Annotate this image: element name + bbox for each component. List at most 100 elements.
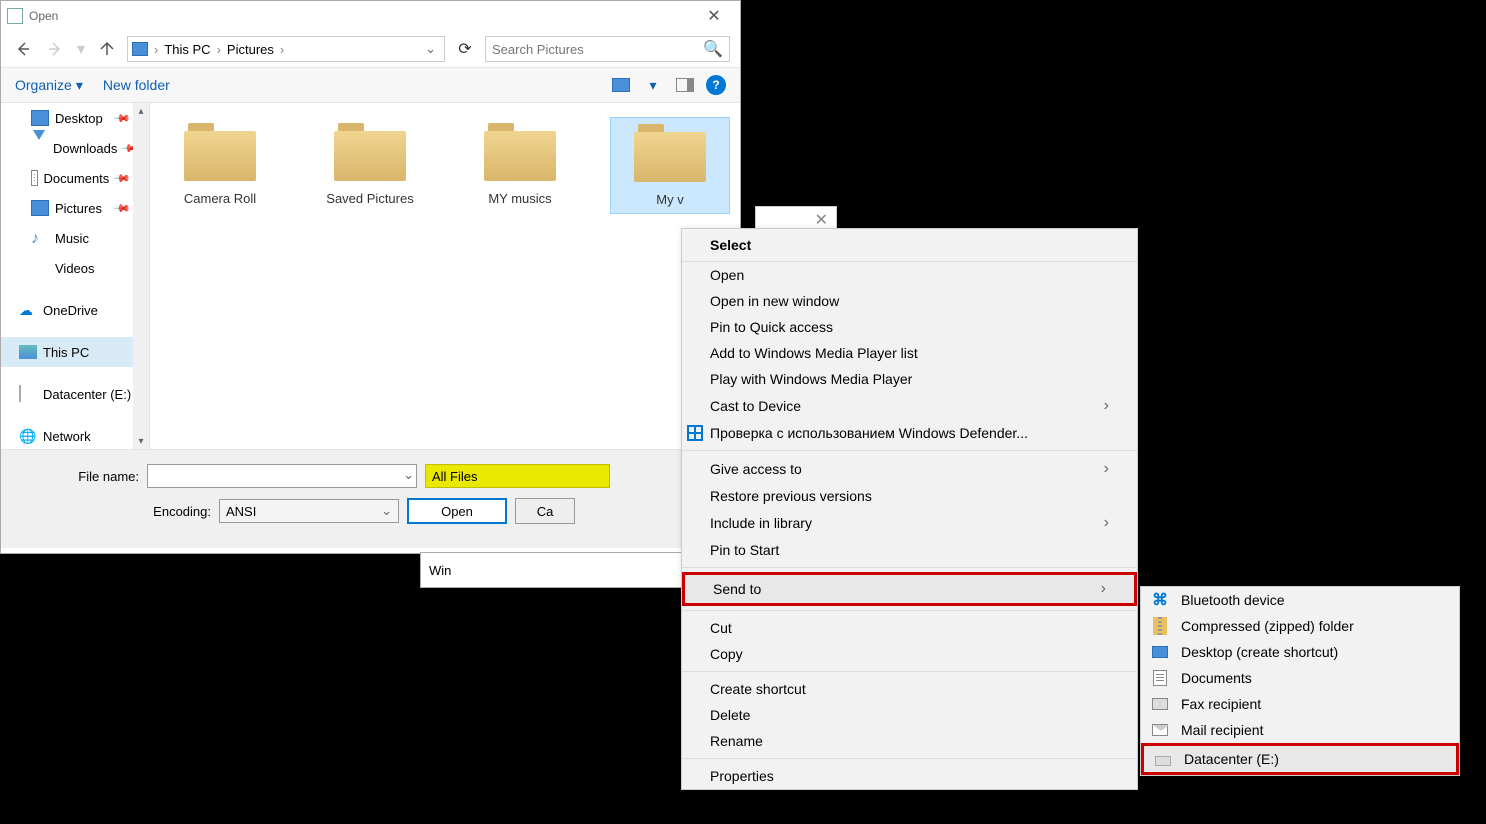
chevron-right-icon: › — [276, 42, 288, 57]
ctx-open[interactable]: Open — [682, 262, 1137, 288]
context-menu: Select Open Open in new window Pin to Qu… — [681, 228, 1138, 790]
thispc-icon — [19, 345, 37, 359]
search-input[interactable] — [492, 42, 703, 57]
view-large-button[interactable] — [610, 76, 632, 94]
refresh-button[interactable]: ⟳ — [453, 37, 477, 61]
breadcrumb[interactable]: › This PC › Pictures › ⌄ — [127, 36, 445, 62]
back-button[interactable] — [11, 37, 35, 61]
sidebar-videos[interactable]: Videos — [1, 253, 149, 283]
preview-pane-button[interactable] — [674, 76, 696, 94]
chevron-right-icon: › — [1104, 397, 1109, 415]
ctx-delete[interactable]: Delete — [682, 702, 1137, 728]
sidebar-downloads[interactable]: Downloads📌 — [1, 133, 149, 163]
ctx-restore-versions[interactable]: Restore previous versions — [682, 483, 1137, 509]
pin-icon: 📌 — [113, 199, 132, 218]
chevron-right-icon: › — [213, 42, 225, 57]
sidebar-network[interactable]: 🌐Network — [1, 421, 149, 449]
filetype-filter[interactable]: All Files — [425, 464, 610, 488]
search-icon: 🔍 — [703, 39, 723, 59]
zip-icon — [1151, 617, 1169, 635]
folder-icon — [184, 123, 256, 181]
recent-dropdown[interactable]: ▾ — [75, 37, 87, 61]
sidebar-onedrive[interactable]: ☁OneDrive — [1, 295, 149, 325]
search-box[interactable]: 🔍 — [485, 36, 730, 62]
up-button[interactable] — [95, 37, 119, 61]
document-icon — [31, 170, 38, 186]
breadcrumb-thispc[interactable]: This PC — [164, 42, 210, 57]
help-button[interactable]: ? — [706, 75, 726, 95]
ctx-defender[interactable]: Проверка с использованием Windows Defend… — [682, 420, 1137, 446]
folder-saved-pictures[interactable]: Saved Pictures — [310, 117, 430, 212]
sendto-documents[interactable]: Documents — [1141, 665, 1459, 691]
sidebar-drive[interactable]: Datacenter (E:) — [1, 379, 149, 409]
download-icon — [31, 140, 47, 156]
bottom-panel: File name: ⌄ All Files Encoding: ANSI⌄ O… — [1, 449, 740, 548]
sendto-desktop[interactable]: Desktop (create shortcut) — [1141, 639, 1459, 665]
sidebar-documents[interactable]: Documents📌 — [1, 163, 149, 193]
context-separator — [682, 671, 1137, 672]
sendto-bluetooth[interactable]: ⌘Bluetooth device — [1141, 587, 1459, 613]
ctx-properties[interactable]: Properties — [682, 763, 1137, 789]
picture-icon — [31, 200, 49, 216]
ctx-include-library[interactable]: Include in library› — [682, 509, 1137, 537]
ctx-pin-start[interactable]: Pin to Start — [682, 537, 1137, 563]
ctx-pin-quick-access[interactable]: Pin to Quick access — [682, 314, 1137, 340]
context-separator — [682, 758, 1137, 759]
network-icon: 🌐 — [19, 428, 37, 444]
sendto-fax[interactable]: Fax recipient — [1141, 691, 1459, 717]
folder-camera-roll[interactable]: Camera Roll — [160, 117, 280, 212]
cancel-button[interactable]: Ca — [515, 498, 575, 524]
context-header: Select — [682, 229, 1137, 262]
open-button[interactable]: Open — [407, 498, 507, 524]
sidebar-pictures[interactable]: Pictures📌 — [1, 193, 149, 223]
ctx-open-new-window[interactable]: Open in new window — [682, 288, 1137, 314]
sidebar-thispc[interactable]: This PC — [1, 337, 149, 367]
ctx-give-access[interactable]: Give access to› — [682, 455, 1137, 483]
folder-icon — [334, 123, 406, 181]
sidebar-desktop[interactable]: Desktop📌 — [1, 103, 149, 133]
close-button[interactable]: ✕ — [694, 5, 734, 27]
ctx-add-wmp[interactable]: Add to Windows Media Player list — [682, 340, 1137, 366]
drive-icon — [19, 386, 37, 402]
organize-menu[interactable]: Organize ▾ — [15, 77, 83, 94]
folder-selected[interactable]: My v — [610, 117, 730, 214]
breadcrumb-pictures[interactable]: Pictures — [227, 42, 274, 57]
ctx-send-to[interactable]: Send to› — [682, 572, 1137, 606]
fax-icon — [1151, 695, 1169, 713]
window-title: Open — [29, 9, 694, 23]
bluetooth-icon: ⌘ — [1151, 591, 1169, 609]
sidebar-scrollbar[interactable]: ▴▾ — [133, 103, 149, 449]
context-separator — [682, 610, 1137, 611]
sendto-mail[interactable]: Mail recipient — [1141, 717, 1459, 743]
ctx-rename[interactable]: Rename — [682, 728, 1137, 754]
scroll-up-icon[interactable]: ▴ — [133, 103, 149, 119]
context-separator — [682, 567, 1137, 568]
ctx-play-wmp[interactable]: Play with Windows Media Player — [682, 366, 1137, 392]
folder-my-musics[interactable]: MY musics — [460, 117, 580, 212]
new-folder-button[interactable]: New folder — [103, 77, 170, 93]
pin-icon: 📌 — [113, 109, 132, 128]
ctx-cast-device[interactable]: Cast to Device› — [682, 392, 1137, 420]
sendto-compressed[interactable]: Compressed (zipped) folder — [1141, 613, 1459, 639]
chevron-down-icon[interactable]: ⌄ — [403, 467, 414, 483]
sendto-drive[interactable]: Datacenter (E:) — [1141, 743, 1459, 775]
desktop-icon — [31, 110, 49, 126]
ctx-create-shortcut[interactable]: Create shortcut — [682, 676, 1137, 702]
ctx-copy[interactable]: Copy — [682, 641, 1137, 667]
music-icon: ♪ — [31, 230, 49, 246]
view-dropdown[interactable]: ▾ — [642, 76, 664, 94]
ctx-cut[interactable]: Cut — [682, 615, 1137, 641]
encoding-select[interactable]: ANSI⌄ — [219, 499, 399, 523]
close-icon[interactable]: ✕ — [815, 210, 828, 230]
sidebar-music[interactable]: ♪Music — [1, 223, 149, 253]
open-dialog: Open ✕ ▾ › This PC › Pictures › ⌄ ⟳ 🔍 Or… — [0, 0, 741, 554]
mail-icon — [1151, 721, 1169, 739]
breadcrumb-dropdown[interactable]: ⌄ — [421, 41, 440, 57]
forward-button[interactable] — [43, 37, 67, 61]
video-icon — [31, 260, 49, 276]
folder-content[interactable]: Camera Roll Saved Pictures MY musics My … — [150, 103, 740, 449]
scroll-down-icon[interactable]: ▾ — [133, 433, 149, 449]
toolbar: Organize ▾ New folder ▾ ? — [1, 67, 740, 103]
filename-input[interactable]: ⌄ — [147, 464, 417, 488]
onedrive-icon: ☁ — [19, 302, 37, 318]
